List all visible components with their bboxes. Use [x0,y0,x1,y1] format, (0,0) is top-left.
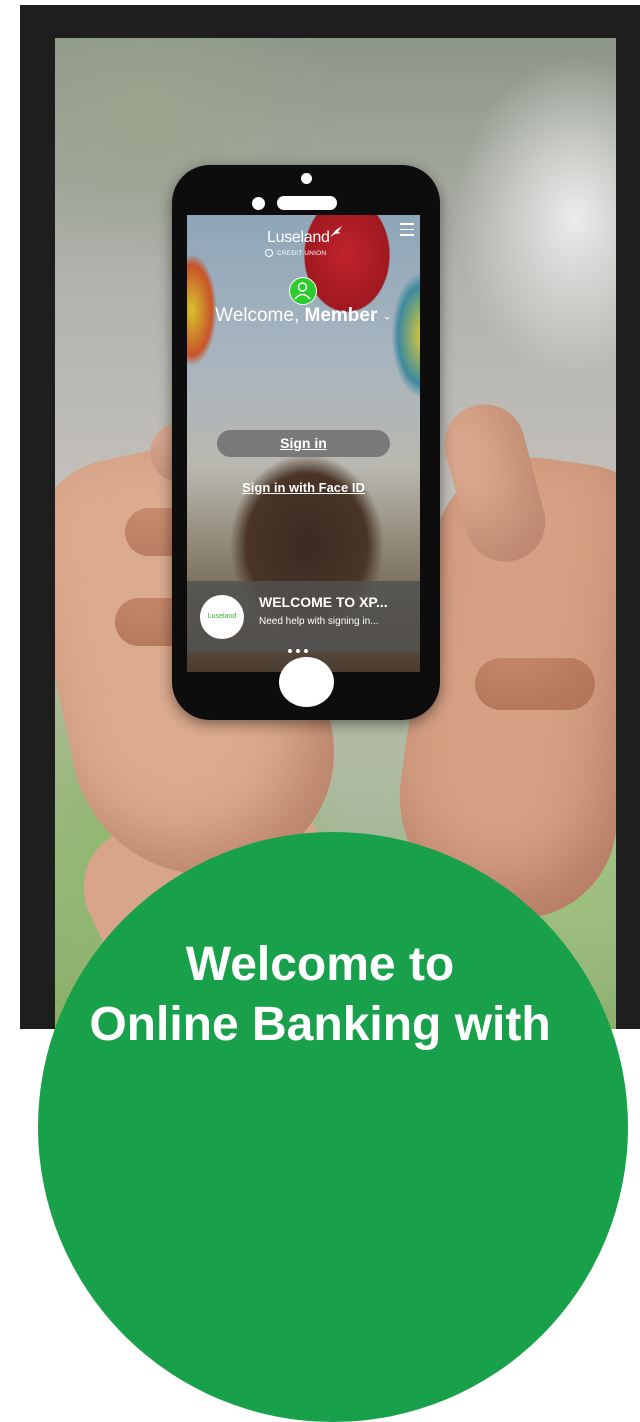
logo-subtitle: CREDIT UNION [277,250,327,257]
face-id-sign-in-link[interactable]: Sign in with Face ID [187,480,420,495]
bird-icon [330,226,342,237]
banner-title: WELCOME TO XP... [259,594,388,610]
hamburger-menu-icon[interactable] [400,223,414,237]
phone-device: Luseland CREDIT UNION Welcome, Member ⌄ … [172,165,440,720]
member-name: Member [304,305,378,326]
green-headline-circle [38,832,628,1422]
carousel-dot[interactable] [296,649,300,653]
headline-line-1: Welcome to [185,938,455,991]
luseland-logo: Luseland CREDIT UNION [265,226,343,269]
member-avatar-icon[interactable] [289,277,317,305]
app-screen: Luseland CREDIT UNION Welcome, Member ⌄ … [187,215,420,672]
logo-wordmark: Luseland [267,229,330,246]
carousel-dot[interactable] [288,649,292,653]
welcome-banner[interactable]: Luseland WELCOME TO XP... Need help with… [187,581,420,653]
globe-icon [265,249,273,257]
sign-in-button[interactable]: Sign in [217,430,390,457]
sensor-icon [252,197,265,210]
home-button[interactable] [279,657,334,707]
chevron-down-icon: ⌄ [382,310,392,323]
welcome-greeting[interactable]: Welcome, Member ⌄ [187,305,420,327]
front-camera-icon [301,173,312,184]
right-finger [475,658,595,710]
banner-subtitle: Need help with signing in... [259,616,379,627]
carousel-dot[interactable] [304,649,308,653]
earpiece-speaker [277,196,337,210]
banner-logo: Luseland [200,595,244,639]
welcome-prefix: Welcome, [215,305,300,326]
person-icon [294,282,311,300]
headline-line-2: Online Banking with [89,998,551,1051]
welcome-headline: Welcome to Online Banking with [0,935,640,1055]
carousel-dots[interactable] [288,640,312,658]
